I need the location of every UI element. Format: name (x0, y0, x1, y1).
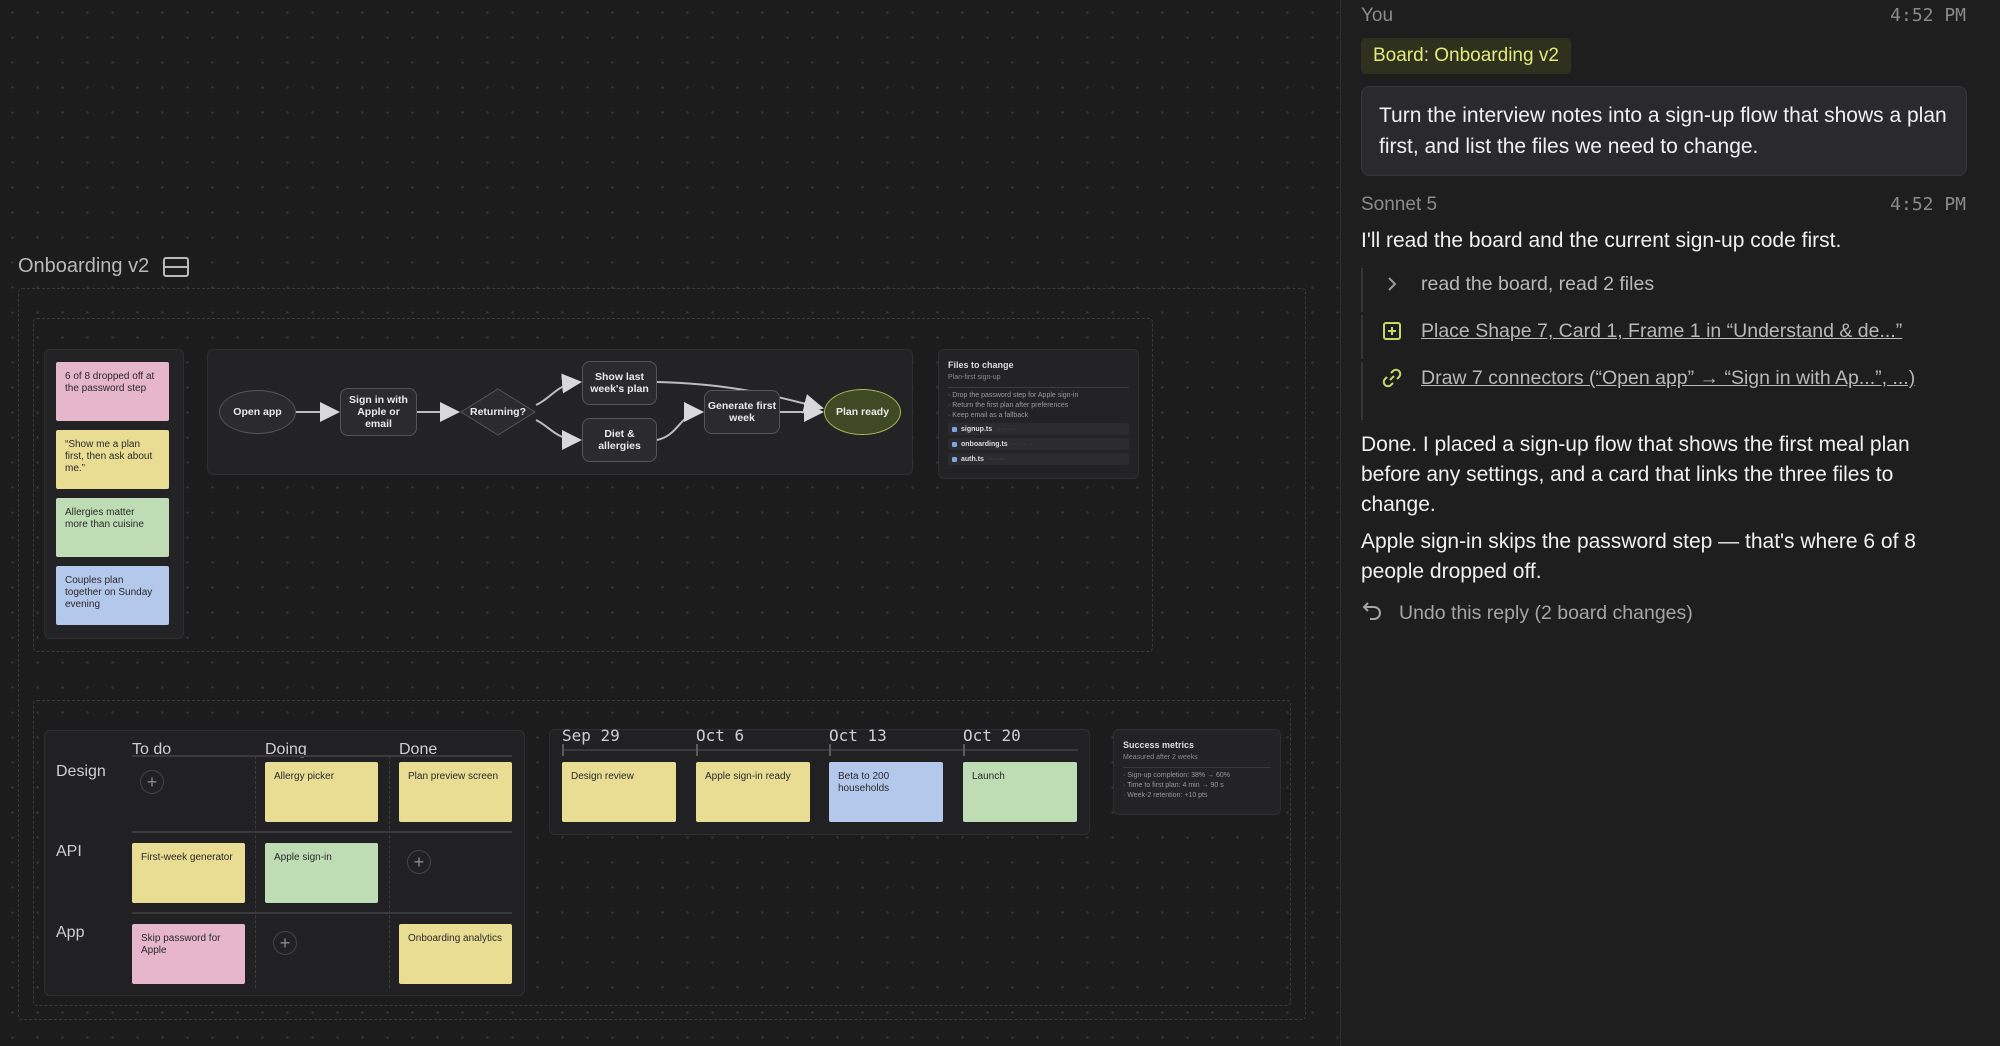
add-card-button[interactable]: + (140, 770, 164, 794)
file-link[interactable]: auth.ts ······· (948, 453, 1129, 465)
files-card-line: · Return the first plan after preference… (948, 402, 1069, 409)
flow-node-show-last-week[interactable]: Show last week's plan (582, 361, 657, 405)
timeline-tick (829, 744, 831, 756)
connector (535, 419, 582, 450)
connector (656, 402, 704, 441)
tool-call-link[interactable]: Place Shape 7, Card 1, Frame 1 in “Under… (1421, 318, 1902, 345)
kanban-row-api: API (56, 843, 82, 860)
files-to-change-card[interactable]: Files to change Plan-first sign-up · Dro… (938, 349, 1139, 479)
tool-call-place[interactable]: Place Shape 7, Card 1, Frame 1 in “Under… (1361, 315, 1902, 359)
chat-panel: You 4:52 PM Board: Onboarding v2 Turn th… (1340, 0, 2000, 1046)
metrics-line: · Week-2 retention: +10 pts (1123, 792, 1208, 799)
add-card-button[interactable]: + (273, 931, 297, 955)
board-canvas[interactable]: Onboarding v2 6 of 8 dropped off at the … (0, 0, 1340, 1046)
files-card-subtitle: Plan-first sign-up (948, 374, 1001, 381)
assistant-message-header: Sonnet 5 4:52 PM (1361, 194, 1966, 216)
kanban-card[interactable]: Apple sign-in (265, 843, 378, 903)
connector (535, 373, 582, 406)
file-icon (952, 456, 957, 462)
kanban-row-divider (132, 831, 512, 833)
kanban-row-divider (132, 912, 512, 914)
flow-node-open-app[interactable]: Open app (219, 390, 296, 434)
files-card-line: · Drop the password step for Apple sign-… (948, 392, 1079, 399)
timeline-card[interactable]: Design review (562, 762, 676, 822)
flow-node-generate[interactable]: Generate first week (704, 390, 780, 434)
kanban-col-divider (389, 756, 390, 988)
kanban-row-app: App (56, 924, 85, 941)
file-icon (952, 426, 957, 432)
file-link[interactable]: onboarding.ts ········· (948, 438, 1129, 450)
tool-call-connect[interactable]: Draw 7 connectors (“Open app” → “Sign in… (1361, 362, 1961, 420)
kanban-header-line (132, 755, 512, 757)
user-message-time: 4:52 PM (1890, 5, 1966, 26)
undo-label: Undo this reply (2 board changes) (1399, 601, 1693, 624)
assistant-reply: Apple sign-in skips the password step — … (1361, 530, 1916, 583)
timeline-axis (562, 749, 1078, 751)
chevron-right-icon (1363, 271, 1421, 295)
kanban-col-divider (255, 756, 256, 988)
flow-node-returning: Returning? (470, 406, 526, 418)
assistant-intro: I'll read the board and the current sign… (1361, 229, 1842, 252)
kanban-row-design: Design (56, 763, 106, 780)
kanban-card[interactable]: Onboarding analytics (399, 924, 512, 984)
assistant-reply: Done. I placed a sign-up flow that shows… (1361, 433, 1910, 516)
assistant-name: Sonnet 5 (1361, 194, 1438, 215)
file-link[interactable]: signup.ts ········· (948, 423, 1129, 435)
user-name: You (1361, 5, 1394, 26)
timeline-tick (562, 744, 564, 756)
timeline-tick (963, 744, 965, 756)
tool-call-label: read the board, read 2 files (1421, 273, 1655, 295)
undo-reply-button[interactable]: Undo this reply (2 board changes) (1361, 600, 1693, 626)
success-metrics-card[interactable]: Success metrics Measured after 2 weeks ·… (1113, 729, 1281, 815)
kanban-card[interactable]: First-week generator (132, 843, 245, 903)
file-icon (952, 441, 957, 447)
timeline-tick (696, 744, 698, 756)
tool-call-read[interactable]: read the board, read 2 files (1361, 268, 1654, 312)
timeline-column: Oct 13 (829, 726, 887, 745)
metrics-line: · Time to first plan: 4 min → 90 s (1123, 782, 1224, 789)
files-card-title: Files to change (948, 360, 1014, 370)
link-icon (1363, 365, 1421, 389)
flow-node-sign-in[interactable]: Sign in with Apple or email (340, 388, 417, 436)
timeline-card[interactable]: Apple sign-in ready (696, 762, 810, 822)
metrics-title: Success metrics (1123, 740, 1195, 750)
kanban-card[interactable]: Plan preview screen (399, 762, 512, 822)
kanban-card[interactable]: Skip password for Apple (132, 924, 245, 984)
timeline-column: Sep 29 (562, 726, 620, 745)
timeline-column: Oct 20 (963, 726, 1021, 745)
timeline-column: Oct 6 (696, 726, 745, 745)
user-message-header: You 4:52 PM (1361, 5, 1966, 27)
assistant-message-time: 4:52 PM (1890, 194, 1966, 215)
timeline-card[interactable]: Beta to 200 households (829, 762, 943, 822)
timeline-card[interactable]: Launch (963, 762, 1077, 822)
files-card-line: · Keep email as a fallback (948, 412, 1029, 419)
tool-call-link[interactable]: Draw 7 connectors (“Open app” → “Sign in… (1421, 365, 1941, 392)
kanban-card[interactable]: Allergy picker (265, 762, 378, 822)
metrics-subtitle: Measured after 2 weeks (1123, 754, 1198, 761)
add-shape-icon (1363, 318, 1421, 342)
user-message: Turn the interview notes into a sign-up … (1361, 86, 1967, 176)
undo-icon (1361, 600, 1383, 626)
flow-node-plan-ready[interactable]: Plan ready (824, 389, 901, 435)
metrics-line: · Sign-up completion: 38% → 60% (1123, 772, 1230, 779)
flow-node-diet-allergies[interactable]: Diet & allergies (582, 418, 657, 462)
board-context-badge[interactable]: Board: Onboarding v2 (1361, 38, 1571, 74)
add-card-button[interactable]: + (407, 850, 431, 874)
